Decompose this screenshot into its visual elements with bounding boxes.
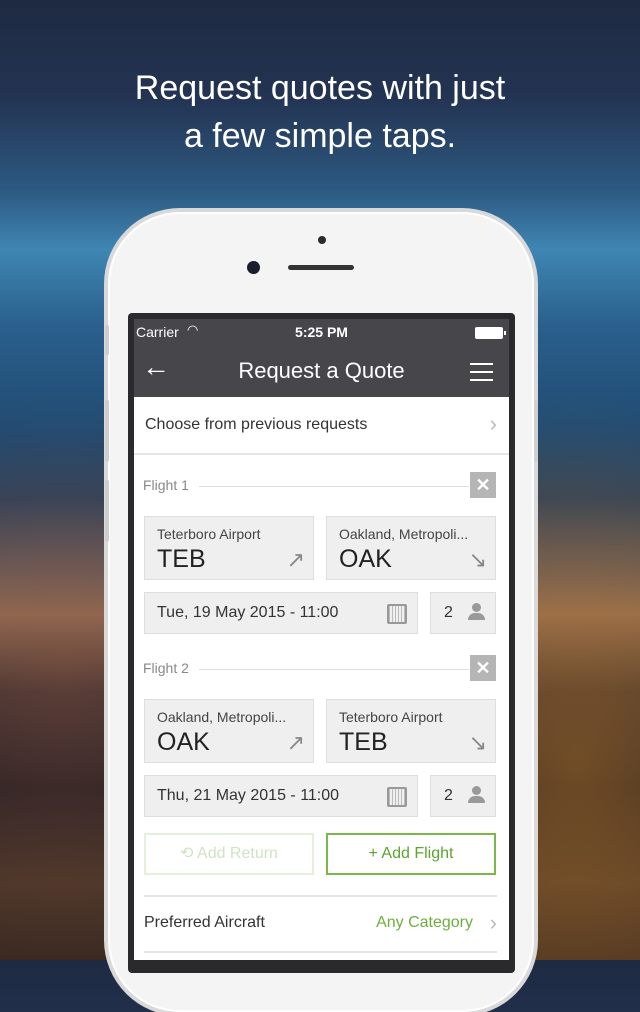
app-screen: Carrier ◠ 5:25 PM ← Request a Quote Choo…	[134, 319, 509, 960]
passenger-field[interactable]: 2	[430, 775, 496, 817]
sensor-icon	[318, 236, 326, 244]
airport-name: Teterboro Airport	[339, 709, 443, 725]
speaker-icon	[288, 265, 354, 270]
passenger-field[interactable]: 2	[430, 592, 496, 634]
previous-requests-row[interactable]: Choose from previous requests ›	[134, 397, 509, 455]
headline-line-1: Request quotes with just	[134, 69, 506, 107]
airport-name: Oakland, Metropoli...	[157, 709, 287, 725]
date-value: Tue, 19 May 2015 - 11:00	[157, 604, 339, 621]
arrival-airport-field[interactable]: Oakland, Metropoli... OAK ↘	[326, 516, 496, 580]
power-button	[534, 400, 538, 462]
divider	[199, 486, 469, 487]
headline-line-2: a few simple taps.	[183, 117, 457, 155]
preferred-aircraft-row[interactable]: Preferred Aircraft Any Category ›	[144, 895, 497, 953]
landing-arrow-icon: ↘	[468, 730, 487, 755]
flight-label: Flight 1	[143, 477, 189, 493]
departure-airport-field[interactable]: Oakland, Metropoli... OAK ↗	[144, 699, 314, 763]
battery-icon	[475, 327, 506, 339]
hamburger-icon[interactable]	[470, 363, 493, 387]
airport-code: OAK	[339, 545, 392, 573]
arrival-airport-field[interactable]: Teterboro Airport TEB ↘	[326, 699, 496, 763]
preferred-aircraft-value: Any Category	[376, 914, 473, 931]
status-bar: Carrier ◠ 5:25 PM	[134, 319, 509, 345]
calendar-icon	[387, 604, 407, 624]
flight-1: Flight 1 ✕ Teterboro Airport TEB ↗ Oakla…	[134, 469, 509, 634]
remove-flight-button[interactable]: ✕	[470, 655, 496, 681]
person-icon	[467, 603, 485, 621]
flight-2: Flight 2 ✕ Oakland, Metropoli... OAK ↗ T…	[134, 652, 509, 817]
previous-requests-label: Choose from previous requests	[145, 416, 368, 433]
preferred-aircraft-label: Preferred Aircraft	[144, 914, 265, 931]
remove-flight-button[interactable]: ✕	[470, 472, 496, 498]
chevron-right-icon: ›	[489, 411, 497, 436]
page-title: Request a Quote	[238, 358, 405, 383]
add-flight-button[interactable]: + Add Flight	[326, 833, 496, 875]
mute-switch	[105, 325, 109, 355]
date-field[interactable]: Thu, 21 May 2015 - 11:00	[144, 775, 418, 817]
flight-label: Flight 2	[143, 660, 189, 676]
camera-icon	[247, 261, 260, 274]
status-time: 5:25 PM	[295, 324, 348, 340]
person-icon	[467, 786, 485, 804]
passenger-count: 2	[444, 787, 453, 804]
passenger-count: 2	[444, 604, 453, 621]
add-return-button[interactable]: ⟲ Add Return	[144, 833, 314, 875]
landing-arrow-icon: ↘	[468, 547, 487, 572]
airport-code: TEB	[339, 728, 388, 756]
airport-name: Oakland, Metropoli...	[339, 526, 469, 542]
date-value: Thu, 21 May 2015 - 11:00	[157, 787, 340, 804]
calendar-icon	[387, 787, 407, 807]
volume-up-button	[105, 400, 109, 462]
date-field[interactable]: Tue, 19 May 2015 - 11:00	[144, 592, 418, 634]
takeoff-arrow-icon: ↗	[286, 547, 305, 572]
takeoff-arrow-icon: ↗	[286, 730, 305, 755]
volume-down-button	[105, 480, 109, 542]
headline: Request quotes with just a few simple ta…	[0, 64, 640, 160]
airport-code: TEB	[157, 545, 206, 573]
nav-bar: ← Request a Quote	[134, 345, 509, 397]
airport-code: OAK	[157, 728, 210, 756]
chevron-right-icon: ›	[489, 910, 497, 935]
divider	[199, 669, 469, 670]
airport-name: Teterboro Airport	[157, 526, 261, 542]
departure-airport-field[interactable]: Teterboro Airport TEB ↗	[144, 516, 314, 580]
